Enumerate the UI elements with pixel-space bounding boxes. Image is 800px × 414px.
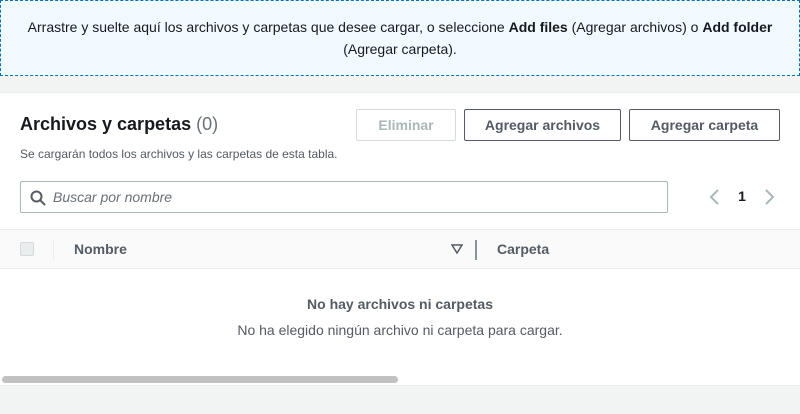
empty-state-description: No ha elegido ningún archivo ni carpeta … [237, 322, 563, 338]
files-folders-panel: Archivos y carpetas (0) Se cargarán todo… [0, 92, 800, 374]
search-input[interactable] [53, 182, 653, 212]
dropzone-add-folder-label: Add folder [702, 19, 773, 35]
scrollbar-thumb[interactable] [2, 376, 398, 383]
search-field[interactable] [20, 181, 668, 213]
sort-down-icon[interactable] [451, 243, 463, 255]
panel-description: Se cargarán todos los archivos y las car… [20, 147, 338, 161]
dropzone-text-middle: (Agregar archivos) o [567, 19, 703, 35]
select-all-checkbox[interactable] [20, 242, 34, 256]
dropzone-add-files-label: Add files [508, 19, 568, 35]
column-header-name[interactable]: Nombre [74, 241, 127, 257]
panel-title: Archivos y carpetas (0) [20, 114, 218, 135]
column-resize-handle[interactable] [475, 240, 477, 260]
remove-button[interactable]: Eliminar [356, 109, 456, 141]
chevron-left-icon[interactable] [708, 189, 722, 205]
column-header-folder[interactable]: Carpeta [497, 241, 549, 257]
column-divider [53, 240, 54, 260]
chevron-right-icon[interactable] [762, 189, 776, 205]
search-icon [30, 190, 46, 206]
panel-item-count: (0) [196, 114, 219, 134]
dropzone-text-end: (Agregar carpeta). [343, 41, 457, 57]
panel-title-text: Archivos y carpetas [20, 114, 192, 134]
empty-state-title: No hay archivos ni carpetas [307, 296, 493, 312]
table-header: Nombre Carpeta [0, 229, 800, 269]
dropzone-text: Arrastre y suelte aquí los archivos y ca… [27, 19, 509, 35]
upload-dropzone[interactable]: Arrastre y suelte aquí los archivos y ca… [0, 0, 800, 76]
add-files-button[interactable]: Agregar archivos [464, 109, 621, 141]
current-page-number[interactable]: 1 [734, 188, 750, 204]
add-folder-button[interactable]: Agregar carpeta [629, 109, 780, 141]
